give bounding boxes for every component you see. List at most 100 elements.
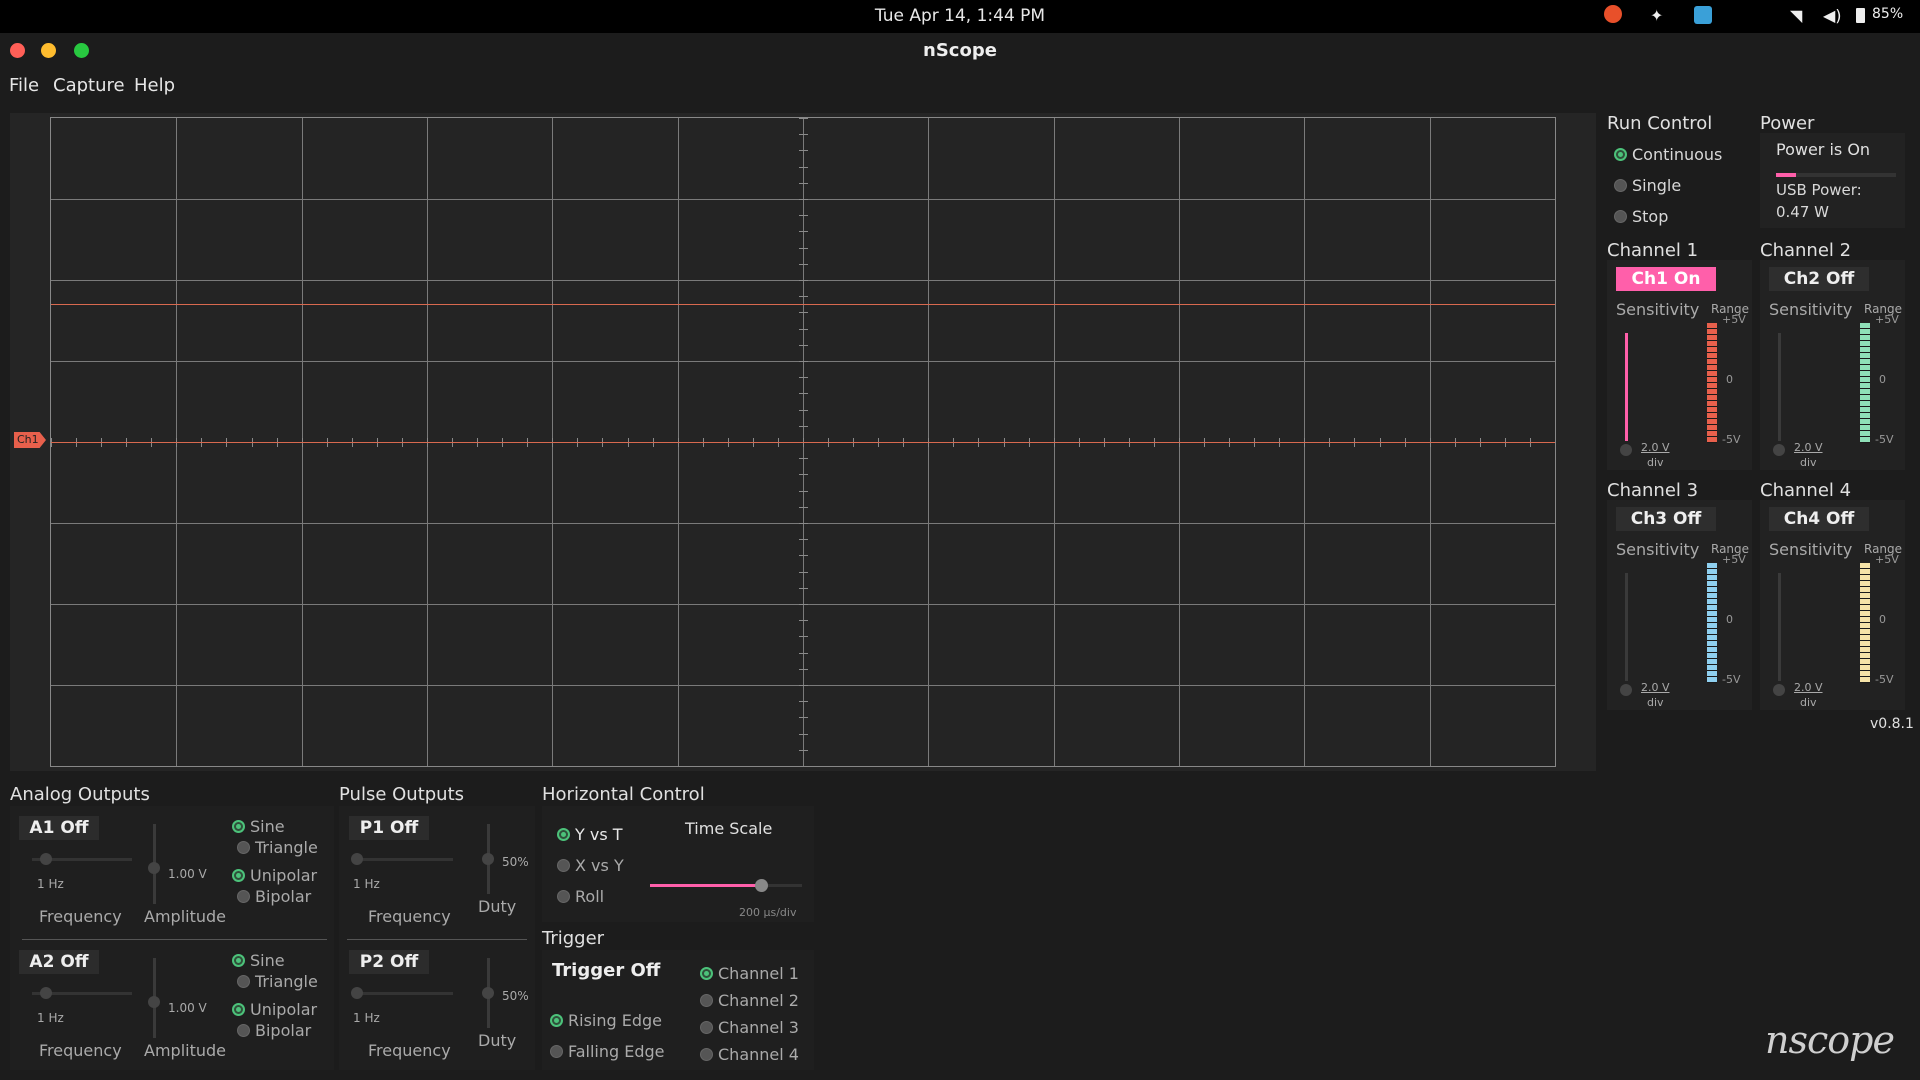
falling-edge-label: Falling Edge xyxy=(568,1042,665,1061)
dropbox-icon[interactable]: ✦ xyxy=(1650,6,1663,25)
p1-frequency-slider[interactable] xyxy=(353,858,453,861)
channel-1-sensitivity-knob[interactable] xyxy=(1620,444,1632,456)
mode-y-vs-t-option[interactable]: Y vs T xyxy=(557,824,623,844)
channel-2-range-slider[interactable] xyxy=(1860,323,1870,443)
ch1-signal-trace xyxy=(51,442,1555,443)
ch1-offset-marker[interactable]: Ch1 xyxy=(14,432,46,448)
channel-3-toggle-button[interactable]: Ch3 Off xyxy=(1616,507,1716,531)
p2-duty-knob[interactable] xyxy=(482,987,494,999)
trigger-toggle-button[interactable]: Trigger Off xyxy=(552,960,660,981)
trigger-channel-3-option[interactable]: Channel 3 xyxy=(700,1017,799,1037)
pulse-outputs-title: Pulse Outputs xyxy=(339,784,465,805)
run-continuous-radio[interactable] xyxy=(1614,148,1627,161)
a1-bipolar-label: Bipolar xyxy=(255,887,312,906)
mode-x-vs-y-option[interactable]: X vs Y xyxy=(557,855,624,875)
trigger-channel-4-option[interactable]: Channel 4 xyxy=(700,1044,799,1064)
a1-amplitude-knob[interactable] xyxy=(148,862,160,874)
grid-center-tick xyxy=(799,620,808,621)
a1-toggle-button[interactable]: A1 Off xyxy=(19,816,99,840)
wifi-icon[interactable]: ◥ xyxy=(1790,6,1802,25)
channel-4-range-slider[interactable] xyxy=(1860,563,1870,683)
volume-icon[interactable]: ◀) xyxy=(1823,6,1842,25)
trigger-channel-2-radio[interactable] xyxy=(700,994,713,1007)
a2-amplitude-knob[interactable] xyxy=(148,996,160,1008)
menu-file[interactable]: File xyxy=(9,75,39,96)
p2-frequency-knob[interactable] xyxy=(351,987,363,999)
channel-2-sensitivity-slider[interactable] xyxy=(1778,333,1781,441)
mode-roll-radio[interactable] xyxy=(557,890,570,903)
grid-center-tick xyxy=(799,312,808,313)
a2-unipolar-option[interactable]: Unipolar xyxy=(232,999,317,1019)
a2-bipolar-radio[interactable] xyxy=(237,1024,250,1037)
trigger-channel-2-option[interactable]: Channel 2 xyxy=(700,990,799,1010)
mode-y-vs-t-radio[interactable] xyxy=(557,828,570,841)
a2-triangle-option[interactable]: Triangle xyxy=(237,971,318,991)
a2-frequency-knob[interactable] xyxy=(40,987,52,999)
p1-toggle-button[interactable]: P1 Off xyxy=(349,816,429,840)
run-stop-option[interactable]: Stop xyxy=(1614,206,1668,226)
channel-2-toggle-button[interactable]: Ch2 Off xyxy=(1769,267,1869,291)
channel-2-sensitivity-knob[interactable] xyxy=(1773,444,1785,456)
scope-grid[interactable] xyxy=(50,117,1556,767)
a1-unipolar-label: Unipolar xyxy=(250,866,318,885)
rising-edge-radio[interactable] xyxy=(550,1014,563,1027)
a2-toggle-button[interactable]: A2 Off xyxy=(19,950,99,974)
channel-4-sensitivity-slider[interactable] xyxy=(1778,573,1781,681)
run-stop-radio[interactable] xyxy=(1614,210,1627,223)
a2-unipolar-label: Unipolar xyxy=(250,1000,318,1019)
a1-sine-radio[interactable] xyxy=(232,820,245,833)
a2-sine-option[interactable]: Sine xyxy=(232,950,285,970)
channel-1-range-slider[interactable] xyxy=(1707,323,1717,443)
channel-1-toggle-button[interactable]: Ch1 On xyxy=(1616,267,1716,291)
a1-triangle-option[interactable]: Triangle xyxy=(237,837,318,857)
trigger-channel-1-radio[interactable] xyxy=(700,967,713,980)
channel-3-sensitivity-slider[interactable] xyxy=(1625,573,1628,681)
mode-x-vs-y-radio[interactable] xyxy=(557,859,570,872)
channel-3-sensitivity-knob[interactable] xyxy=(1620,684,1632,696)
rising-edge-option[interactable]: Rising Edge xyxy=(550,1010,662,1030)
app-icon[interactable] xyxy=(1694,6,1712,24)
a1-bipolar-radio[interactable] xyxy=(237,890,250,903)
mode-y-vs-t-label: Y vs T xyxy=(575,825,623,844)
channel-1-range-bottom: -5V xyxy=(1722,433,1741,446)
trigger-channel-1-option[interactable]: Channel 1 xyxy=(700,963,799,983)
a1-triangle-radio[interactable] xyxy=(237,841,250,854)
trigger-channel-3-radio[interactable] xyxy=(700,1021,713,1034)
a1-bipolar-option[interactable]: Bipolar xyxy=(237,886,311,906)
a1-unipolar-radio[interactable] xyxy=(232,869,245,882)
menu-capture[interactable]: Capture xyxy=(53,75,125,96)
channel-1-sensitivity-slider[interactable] xyxy=(1625,333,1628,441)
a1-sine-option[interactable]: Sine xyxy=(232,816,285,836)
a2-triangle-radio[interactable] xyxy=(237,975,250,988)
system-clock[interactable]: Tue Apr 14, 1:44 PM xyxy=(0,6,1920,26)
p1-duty-knob[interactable] xyxy=(482,853,494,865)
channel-4-title: Channel 4 xyxy=(1760,480,1852,501)
run-single-radio[interactable] xyxy=(1614,179,1627,192)
a2-sine-radio[interactable] xyxy=(232,954,245,967)
run-single-option[interactable]: Single xyxy=(1614,175,1681,195)
falling-edge-radio[interactable] xyxy=(550,1045,563,1058)
a1-triangle-label: Triangle xyxy=(255,838,318,857)
p1-frequency-knob[interactable] xyxy=(351,853,363,865)
update-icon[interactable] xyxy=(1604,5,1622,23)
trigger-channel-4-radio[interactable] xyxy=(700,1048,713,1061)
battery-icon[interactable] xyxy=(1856,8,1865,23)
mode-roll-option[interactable]: Roll xyxy=(557,886,604,906)
channel-4-sensitivity-knob[interactable] xyxy=(1773,684,1785,696)
a2-amplitude-label: Amplitude xyxy=(144,1041,226,1060)
channel-4-toggle-button[interactable]: Ch4 Off xyxy=(1769,507,1869,531)
a1-sine-label: Sine xyxy=(250,817,285,836)
falling-edge-option[interactable]: Falling Edge xyxy=(550,1041,665,1061)
p2-toggle-button[interactable]: P2 Off xyxy=(349,950,429,974)
a2-unipolar-radio[interactable] xyxy=(232,1003,245,1016)
channel-3-title: Channel 3 xyxy=(1607,480,1699,501)
a1-frequency-knob[interactable] xyxy=(40,853,52,865)
time-scale-slider-knob[interactable] xyxy=(755,879,768,892)
grid-center-tick xyxy=(799,231,808,232)
menu-help[interactable]: Help xyxy=(134,75,175,96)
a2-bipolar-option[interactable]: Bipolar xyxy=(237,1020,311,1040)
a1-unipolar-option[interactable]: Unipolar xyxy=(232,865,317,885)
channel-3-range-slider[interactable] xyxy=(1707,563,1717,683)
p2-frequency-slider[interactable] xyxy=(353,992,453,995)
run-continuous-option[interactable]: Continuous xyxy=(1614,144,1722,164)
